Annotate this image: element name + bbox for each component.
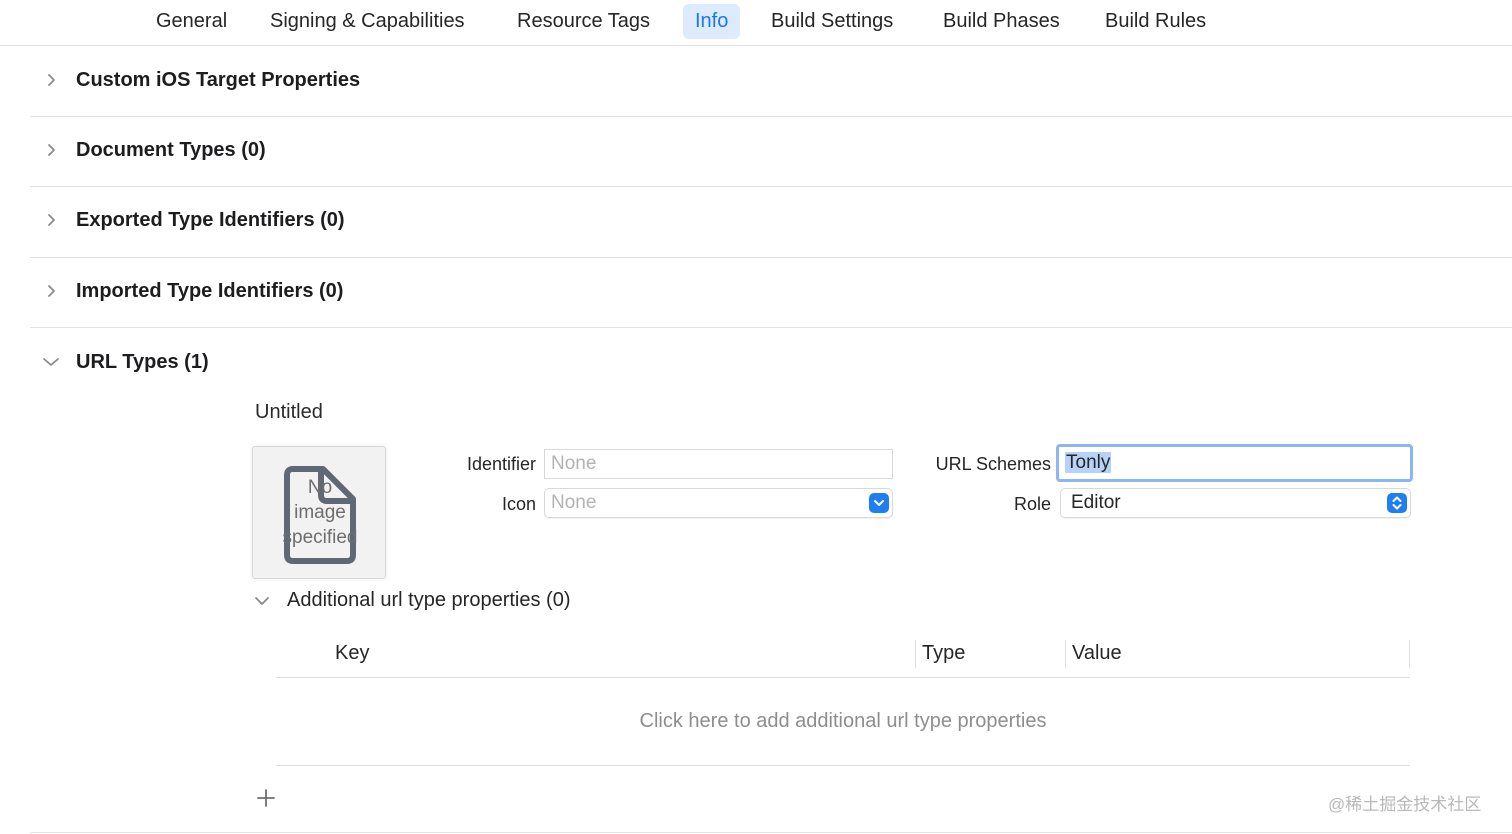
role-popup[interactable]: Editor [1060,488,1411,518]
up-down-chevron-icon[interactable] [1387,493,1407,513]
identifier-label: Identifier [466,454,536,474]
chevron-right-icon[interactable] [44,284,58,298]
url-schemes-field[interactable]: Tonly [1056,444,1413,482]
table-divider [276,765,1410,766]
column-divider[interactable] [1065,640,1066,668]
tab-general[interactable]: General [144,4,239,39]
section-title: Document Types (0) [76,139,266,161]
icon-popup[interactable]: None [544,488,893,518]
tab-bar: General Signing & Capabilities Resource … [0,0,1512,46]
header-divider [276,677,1410,678]
section-custom-ios-target-properties[interactable]: Custom iOS Target Properties [30,47,1512,117]
column-header-value[interactable]: Value [1072,642,1122,665]
url-type-name: Untitled [255,401,323,423]
section-divider [30,832,1512,833]
watermark: @稀土掘金技术社区 [1328,795,1482,814]
tab-build-settings[interactable]: Build Settings [759,4,905,39]
section-imported-type-identifiers[interactable]: Imported Type Identifiers (0) [30,258,1512,328]
column-divider [1409,640,1410,668]
identifier-field[interactable]: None [544,449,893,479]
url-schemes-value: Tonly [1065,452,1112,473]
tab-build-phases[interactable]: Build Phases [931,4,1072,39]
additional-properties-title[interactable]: Additional url type properties (0) [287,589,570,612]
chevron-right-icon[interactable] [44,213,58,227]
add-properties-prompt[interactable]: Click here to add additional url type pr… [276,710,1410,733]
no-image-label: No image specified [282,477,358,548]
tab-info[interactable]: Info [683,4,741,39]
role-label: Role [1013,494,1051,514]
column-header-type[interactable]: Type [922,642,965,665]
column-header-key[interactable]: Key [335,642,369,665]
chevron-down-icon[interactable] [869,493,889,513]
chevron-down-icon[interactable] [254,595,270,607]
add-icon[interactable] [256,788,276,808]
icon-image-well[interactable]: No image specified [252,446,386,579]
icon-popup-value: None [551,492,597,513]
section-title: Custom iOS Target Properties [76,69,361,91]
column-divider[interactable] [915,640,916,668]
chevron-right-icon[interactable] [44,143,58,157]
section-title: Imported Type Identifiers (0) [76,280,344,302]
section-title-url-types[interactable]: URL Types (1) [76,351,209,374]
tab-resource-tags[interactable]: Resource Tags [505,4,662,39]
chevron-down-icon[interactable] [42,355,60,369]
section-title: Exported Type Identifiers (0) [76,209,345,231]
role-popup-value: Editor [1071,492,1121,513]
chevron-right-icon[interactable] [44,73,58,87]
tab-signing-capabilities[interactable]: Signing & Capabilities [258,4,477,39]
tab-build-rules[interactable]: Build Rules [1093,4,1218,39]
section-exported-type-identifiers[interactable]: Exported Type Identifiers (0) [30,187,1512,258]
url-schemes-label: URL Schemes [935,454,1051,474]
section-document-types[interactable]: Document Types (0) [30,117,1512,187]
additional-properties-table: Key Type Value Click here to add additio… [276,636,1410,766]
icon-label: Icon [501,494,536,514]
